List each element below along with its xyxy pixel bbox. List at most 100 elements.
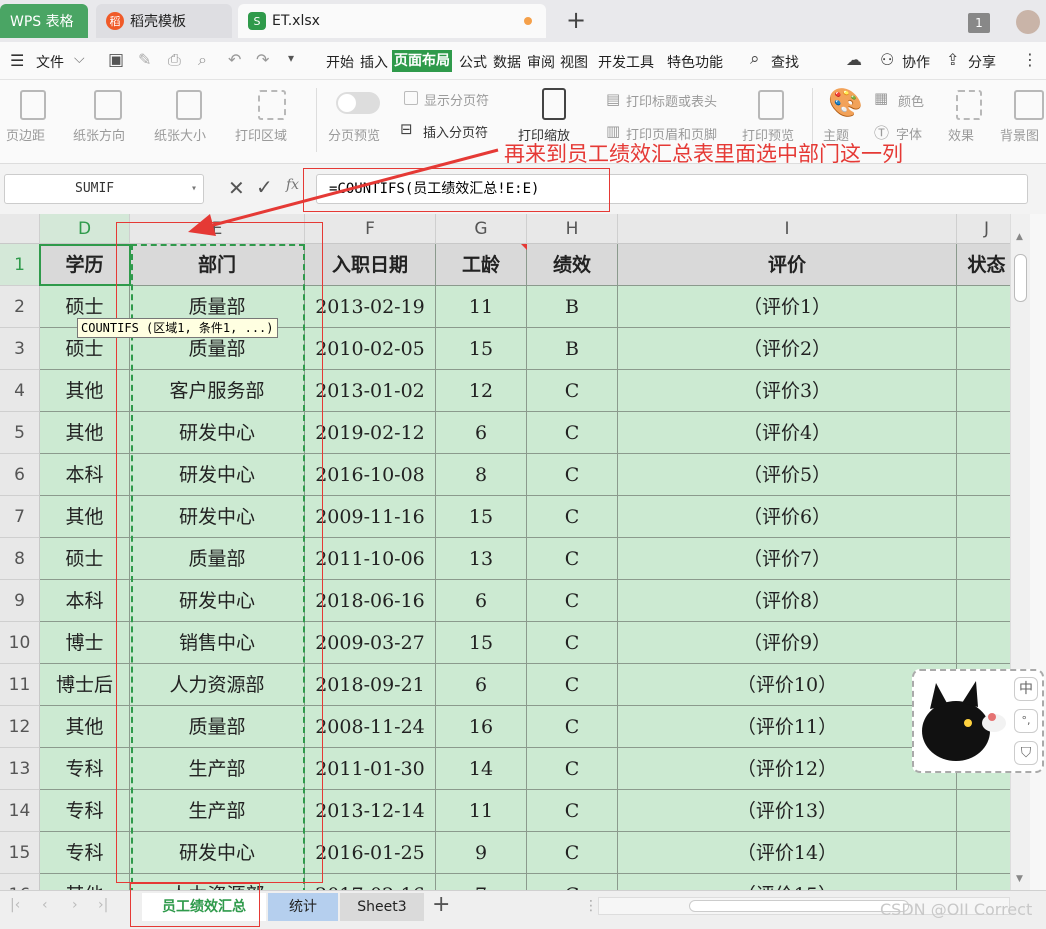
table-cell[interactable]: 6 bbox=[436, 664, 527, 706]
table-cell[interactable]: 15 bbox=[436, 328, 527, 370]
table-cell[interactable]: 2013-02-19 bbox=[305, 286, 436, 328]
table-cell[interactable]: C bbox=[527, 874, 618, 890]
row-header[interactable]: 3 bbox=[0, 328, 40, 370]
print-icon[interactable]: ⎙ bbox=[168, 50, 181, 70]
avatar[interactable] bbox=[1016, 10, 1040, 34]
table-cell[interactable]: （评价14） bbox=[618, 832, 957, 874]
vertical-scrollbar[interactable]: ▲ ▼ bbox=[1010, 214, 1030, 890]
menu-formulas[interactable]: 公式 bbox=[459, 52, 487, 72]
scroll-down-icon[interactable]: ▼ bbox=[1016, 874, 1023, 884]
table-cell[interactable]: 2008-11-24 bbox=[305, 706, 436, 748]
row-header[interactable]: 5 bbox=[0, 412, 40, 454]
table-cell[interactable]: C bbox=[527, 832, 618, 874]
table-cell[interactable]: C bbox=[527, 622, 618, 664]
table-cell[interactable] bbox=[957, 832, 1010, 874]
next-sheet-icon[interactable]: › bbox=[72, 897, 78, 913]
table-cell[interactable]: 2013-01-02 bbox=[305, 370, 436, 412]
col-header-j[interactable]: J bbox=[957, 214, 1010, 244]
add-sheet-icon[interactable]: + bbox=[432, 892, 450, 917]
table-cell[interactable]: 6 bbox=[436, 412, 527, 454]
table-cell[interactable]: 16 bbox=[436, 706, 527, 748]
table-cell[interactable]: C bbox=[527, 412, 618, 454]
table-cell[interactable]: C bbox=[527, 370, 618, 412]
table-cell[interactable] bbox=[957, 538, 1010, 580]
table-header-cell[interactable]: 评价 bbox=[618, 244, 957, 286]
table-cell[interactable]: 2009-03-27 bbox=[305, 622, 436, 664]
sheet-tab-statistics[interactable]: 统计 bbox=[268, 893, 338, 921]
table-cell[interactable]: C bbox=[527, 538, 618, 580]
table-cell[interactable]: （评价6） bbox=[618, 496, 957, 538]
scrollbar-thumb[interactable] bbox=[1014, 254, 1027, 302]
table-cell[interactable]: 11 bbox=[436, 286, 527, 328]
table-cell[interactable]: （评价10） bbox=[618, 664, 957, 706]
table-cell[interactable] bbox=[957, 790, 1010, 832]
name-box[interactable]: SUMIF ▾ bbox=[4, 174, 204, 204]
menu-view[interactable]: 视图 bbox=[560, 52, 588, 72]
table-cell[interactable]: 7 bbox=[436, 874, 527, 890]
table-cell[interactable] bbox=[957, 286, 1010, 328]
table-cell[interactable]: （评价3） bbox=[618, 370, 957, 412]
table-header-cell[interactable]: 入职日期 bbox=[305, 244, 436, 286]
cloud-sync-icon[interactable]: ☁ bbox=[846, 50, 862, 69]
table-header-cell[interactable]: 状态 bbox=[957, 244, 1010, 286]
row-header[interactable]: 6 bbox=[0, 454, 40, 496]
redo-icon[interactable]: ↷ bbox=[256, 50, 269, 69]
collaborate-button[interactable]: 协作 bbox=[902, 52, 930, 72]
row-header[interactable]: 4 bbox=[0, 370, 40, 412]
table-cell[interactable]: （评价1） bbox=[618, 286, 957, 328]
table-cell[interactable] bbox=[957, 370, 1010, 412]
row-header[interactable]: 1 bbox=[0, 244, 40, 286]
table-cell[interactable]: C bbox=[527, 664, 618, 706]
row-header[interactable]: 11 bbox=[0, 664, 40, 706]
menu-page-layout[interactable]: 页面布局 bbox=[392, 50, 452, 72]
table-header-cell[interactable]: 工龄 bbox=[436, 244, 527, 286]
table-cell[interactable]: （评价2） bbox=[618, 328, 957, 370]
scroll-up-icon[interactable]: ▲ bbox=[1016, 232, 1023, 242]
orientation-button[interactable]: 纸张方向 bbox=[73, 125, 125, 144]
colors-button[interactable]: 颜色 bbox=[898, 91, 924, 110]
table-cell[interactable]: 2009-11-16 bbox=[305, 496, 436, 538]
table-cell[interactable]: 2018-09-21 bbox=[305, 664, 436, 706]
chevron-down-icon[interactable]: ⌵ bbox=[74, 51, 85, 67]
menu-review[interactable]: 审阅 bbox=[527, 52, 555, 72]
table-cell[interactable]: C bbox=[527, 748, 618, 790]
first-sheet-icon[interactable]: |‹ bbox=[10, 897, 20, 913]
search-button[interactable]: 查找 bbox=[771, 52, 799, 72]
table-cell[interactable]: 14 bbox=[436, 748, 527, 790]
row-header[interactable]: 16 bbox=[0, 874, 40, 890]
format-painter-icon[interactable]: ✎ bbox=[138, 50, 151, 69]
table-header-cell[interactable]: 绩效 bbox=[527, 244, 618, 286]
row-header[interactable]: 2 bbox=[0, 286, 40, 328]
menu-developer[interactable]: 开发工具 bbox=[598, 52, 654, 72]
tab-docer-templates[interactable]: 稻 稻壳模板 bbox=[96, 4, 232, 38]
table-cell[interactable]: 2010-02-05 bbox=[305, 328, 436, 370]
row-header[interactable]: 15 bbox=[0, 832, 40, 874]
search-icon[interactable]: ⌕ bbox=[750, 49, 760, 69]
table-cell[interactable]: 2011-01-30 bbox=[305, 748, 436, 790]
table-cell[interactable] bbox=[957, 496, 1010, 538]
share-button[interactable]: 分享 bbox=[968, 52, 996, 72]
show-page-breaks-checkbox[interactable] bbox=[404, 91, 418, 105]
save-icon[interactable]: ▣ bbox=[108, 50, 124, 70]
tab-wps-home[interactable]: WPS 表格 bbox=[0, 4, 88, 38]
row-header[interactable]: 12 bbox=[0, 706, 40, 748]
table-cell[interactable]: C bbox=[527, 496, 618, 538]
window-count-badge[interactable]: 1 bbox=[968, 13, 990, 33]
table-cell[interactable]: 8 bbox=[436, 454, 527, 496]
table-cell[interactable]: C bbox=[527, 454, 618, 496]
menu-file[interactable]: 文件 bbox=[36, 52, 64, 72]
table-cell[interactable]: 2011-10-06 bbox=[305, 538, 436, 580]
menu-data[interactable]: 数据 bbox=[493, 52, 521, 72]
table-cell[interactable] bbox=[957, 580, 1010, 622]
select-all-corner[interactable] bbox=[0, 214, 40, 244]
print-preview-icon[interactable]: ⌕ bbox=[198, 50, 207, 70]
table-cell[interactable]: 2016-10-08 bbox=[305, 454, 436, 496]
table-cell[interactable]: 12 bbox=[436, 370, 527, 412]
ime-punctuation-toggle[interactable]: °, bbox=[1014, 709, 1038, 733]
table-cell[interactable]: 2016-01-25 bbox=[305, 832, 436, 874]
col-header-i[interactable]: I bbox=[618, 214, 957, 244]
ime-language-toggle[interactable]: 中 bbox=[1014, 677, 1038, 701]
table-cell[interactable]: （评价13） bbox=[618, 790, 957, 832]
background-button[interactable]: 背景图 bbox=[1000, 125, 1039, 144]
undo-icon[interactable]: ↶ bbox=[228, 50, 241, 69]
